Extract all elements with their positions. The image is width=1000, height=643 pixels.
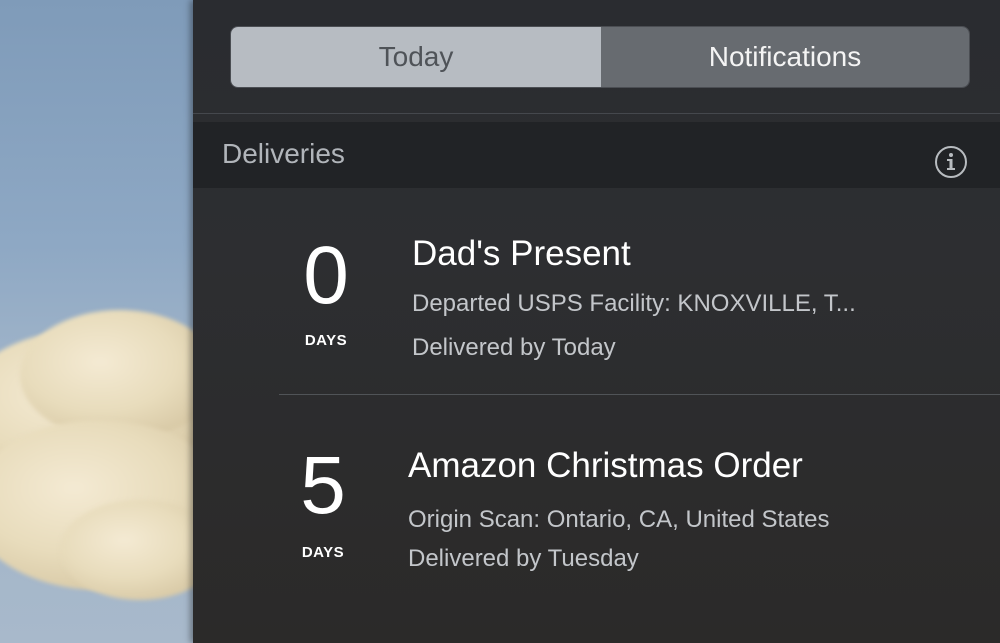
- widget-title: Deliveries: [222, 138, 345, 169]
- divider: [193, 113, 1000, 114]
- row-divider: [279, 394, 1000, 395]
- delivery-status: Departed USPS Facility: KNOXVILLE, T...: [412, 290, 856, 317]
- days-unit-label: DAYS: [301, 544, 345, 561]
- delivery-title: Dad's Present: [412, 234, 631, 273]
- delivery-item[interactable]: 0 DAYS Dad's Present Departed USPS Facil…: [193, 200, 1000, 380]
- notification-center-panel: Today Notifications Deliveries 0 DAYS Da…: [193, 0, 1000, 643]
- tab-today-label: Today: [378, 41, 454, 72]
- segmented-control: Today Notifications: [230, 26, 970, 88]
- tab-today[interactable]: Today: [231, 27, 601, 87]
- days-count: 0: [303, 230, 349, 321]
- delivery-title: Amazon Christmas Order: [408, 446, 803, 485]
- info-icon[interactable]: [934, 145, 968, 179]
- delivery-eta: Delivered by Today: [412, 334, 616, 361]
- widget-header: Deliveries: [193, 122, 1000, 188]
- delivery-item[interactable]: 5 DAYS Amazon Christmas Order Origin Sca…: [193, 410, 1000, 590]
- days-count: 5: [300, 440, 346, 531]
- tab-notifications-label: Notifications: [708, 41, 862, 72]
- tab-notifications[interactable]: Notifications: [601, 27, 969, 87]
- delivery-status: Origin Scan: Ontario, CA, United States: [408, 506, 830, 533]
- delivery-eta: Delivered by Tuesday: [408, 545, 639, 572]
- days-unit-label: DAYS: [304, 332, 348, 349]
